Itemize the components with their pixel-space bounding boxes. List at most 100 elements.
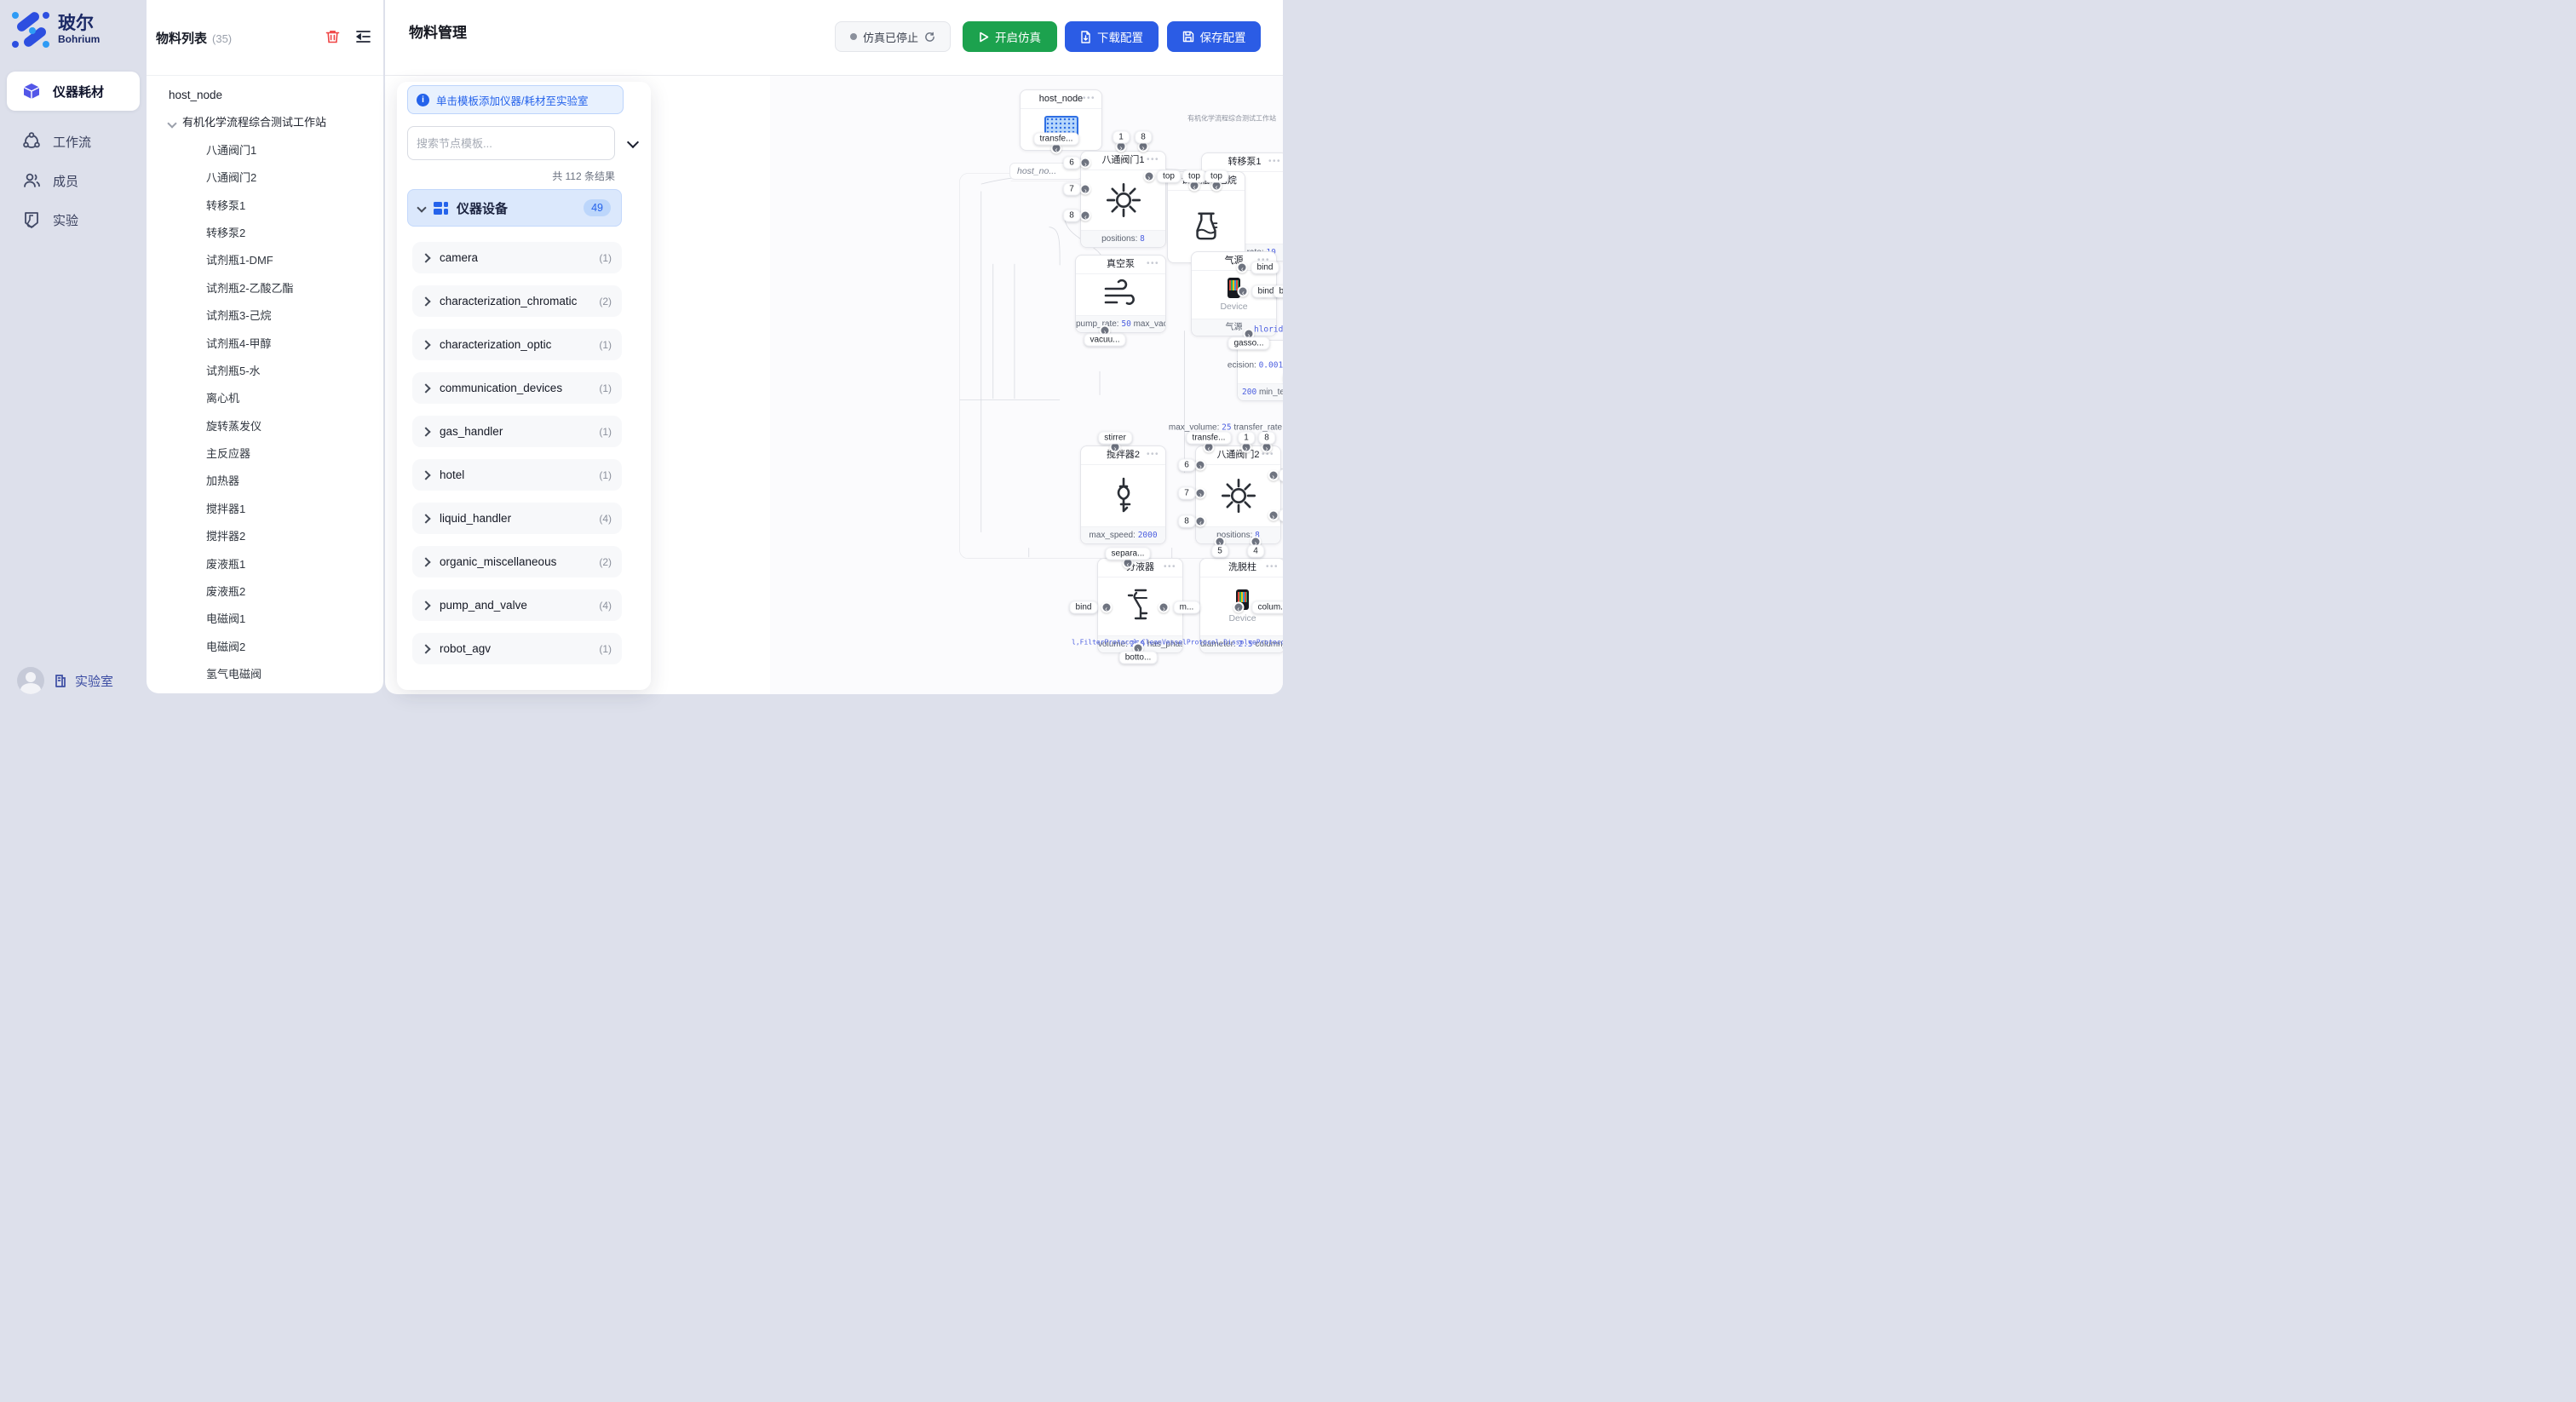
tree-item[interactable]: 转移泵2	[158, 220, 378, 247]
avatar[interactable]	[17, 667, 44, 694]
node-menu-icon[interactable]: •••	[1147, 152, 1159, 169]
sidebar-item-cube[interactable]: 仪器耗材	[7, 72, 140, 111]
tree-item[interactable]: 离心机	[158, 385, 378, 412]
node-搅拌器2[interactable]: 搅拌器2•••max_speed: 2000	[1080, 445, 1166, 544]
port-chip-8[interactable]: 8	[1178, 515, 1195, 528]
sim-status-badge[interactable]: 仿真已停止	[835, 21, 951, 52]
port-chip-top[interactable]: top	[1182, 170, 1206, 183]
port-chip-bind[interactable]: bind	[1251, 261, 1279, 274]
port-chip-2[interactable]: 2	[1279, 469, 1283, 482]
port-handle[interactable]: ›	[1080, 158, 1091, 169]
node-试剂瓶3-己烷[interactable]: 试剂瓶3-己烷•••	[1167, 171, 1245, 263]
port-chip-1[interactable]: 1	[1238, 432, 1255, 445]
port-chip-colum[interactable]: colum...	[1251, 601, 1283, 614]
port-handle[interactable]: ›	[1080, 184, 1091, 195]
port-chip-vacuu[interactable]: vacuu...	[1084, 334, 1125, 347]
template-category-robot_agv[interactable]: robot_agv(1)	[412, 633, 622, 664]
search-template-input[interactable]	[407, 126, 615, 160]
port-handle[interactable]: ‹	[1080, 210, 1091, 221]
tree-item[interactable]: 搅拌器1	[158, 496, 378, 523]
start-simulation-button[interactable]: 开启仿真	[963, 21, 1057, 52]
port-chip-7[interactable]: 7	[1178, 487, 1195, 500]
tree-item[interactable]: 转移泵1	[158, 192, 378, 220]
port-chip-4[interactable]: 4	[1247, 545, 1264, 558]
port-chip-bind[interactable]: bind	[1274, 285, 1283, 298]
tree-item[interactable]: 电磁阀1	[158, 606, 378, 633]
port-chip-7[interactable]: 7	[1063, 183, 1080, 196]
template-category-liquid_handler[interactable]: liquid_handler(4)	[412, 503, 622, 534]
tree-item[interactable]: 旋转蒸发仪	[158, 413, 378, 440]
tree-item[interactable]: 废液瓶2	[158, 578, 378, 606]
port-chip-botto[interactable]: botto...	[1119, 652, 1158, 664]
tree-item[interactable]: 废液瓶1	[158, 551, 378, 578]
port-handle[interactable]: ›	[1143, 171, 1154, 182]
node-menu-icon[interactable]: •••	[1083, 90, 1095, 107]
tree-item[interactable]: 氢气电磁阀	[158, 661, 378, 688]
trash-icon[interactable]	[325, 29, 340, 44]
node-menu-icon[interactable]: •••	[1164, 559, 1176, 576]
sidebar-item-experiment[interactable]: 实验	[7, 203, 140, 237]
port-chip-m[interactable]: m...	[1174, 601, 1200, 614]
port-chip-stirrer[interactable]: stirrer	[1098, 432, 1132, 445]
save-config-button[interactable]: 保存配置	[1167, 21, 1261, 52]
port-handle[interactable]: ‹	[1237, 262, 1248, 273]
tree-item[interactable]: 电磁阀2	[158, 634, 378, 661]
port-chip-5[interactable]: 5	[1211, 545, 1228, 558]
tree-item[interactable]: 八通阀门1	[158, 137, 378, 164]
template-category-gas_handler[interactable]: gas_handler(1)	[412, 416, 622, 447]
port-chip-gasso[interactable]: gasso...	[1228, 337, 1269, 350]
flow-canvas[interactable]: 有机化学流程综合测试工作站 host_no...host_node•••八通阀门…	[770, 76, 1283, 694]
node-八通阀门2[interactable]: 八通阀门2•••positions: 8	[1195, 445, 1281, 544]
tree-item[interactable]: 主反应器	[158, 440, 378, 468]
port-handle[interactable]: ›	[1195, 488, 1206, 499]
tree-item[interactable]: 试剂瓶4-甲醇	[158, 330, 378, 358]
node-menu-icon[interactable]: •••	[1268, 153, 1281, 170]
node-menu-icon[interactable]: •••	[1266, 559, 1279, 576]
template-category-camera[interactable]: camera(1)	[412, 242, 622, 273]
collapse-panel-icon[interactable]	[627, 136, 639, 148]
port-chip-top[interactable]: top	[1205, 170, 1228, 183]
template-category-hotel[interactable]: hotel(1)	[412, 459, 622, 491]
port-handle[interactable]: ›	[1195, 460, 1206, 471]
tree-item-host-node[interactable]: host_node	[158, 82, 378, 109]
port-handle[interactable]: ‹	[1233, 602, 1244, 613]
node-真空泵[interactable]: 真空泵•••pump_rate: 50 max_vacuum: 0.1	[1075, 255, 1166, 333]
port-chip-8[interactable]: 8	[1135, 131, 1152, 144]
node-menu-icon[interactable]: •••	[1147, 256, 1159, 273]
sidebar-item-workflow[interactable]: 工作流	[7, 124, 140, 158]
port-handle[interactable]: ‹	[1238, 286, 1249, 297]
port-chip-separa[interactable]: separa...	[1106, 548, 1151, 560]
category-instrument-devices[interactable]: 仪器设备 49	[407, 189, 622, 227]
refresh-icon[interactable]	[924, 32, 935, 43]
tree-item[interactable]: 试剂瓶2-乙酸乙酯	[158, 275, 378, 302]
port-chip-6[interactable]: 6	[1178, 459, 1195, 472]
port-handle[interactable]: ›	[1268, 470, 1279, 481]
template-category-pump_and_valve[interactable]: pump_and_valve(4)	[412, 589, 622, 621]
tree-item[interactable]: 加热器	[158, 468, 378, 495]
port-handle[interactable]: ›	[1159, 602, 1170, 613]
template-category-organic_miscellaneous[interactable]: organic_miscellaneous(2)	[412, 546, 622, 577]
port-chip-3[interactable]: 3	[1279, 509, 1283, 522]
port-handle[interactable]: ‹	[1101, 602, 1112, 613]
tree-item[interactable]: 试剂瓶5-水	[158, 358, 378, 385]
tree-item[interactable]: 试剂瓶1-DMF	[158, 247, 378, 274]
sidebar-item-laboratory[interactable]: 实验室	[53, 672, 113, 690]
tree-item[interactable]: 试剂瓶3-己烷	[158, 302, 378, 330]
tree-group-workstation[interactable]: 有机化学流程综合测试工作站	[158, 109, 378, 136]
port-chip-top[interactable]: top	[1157, 170, 1181, 183]
node-menu-icon[interactable]: •••	[1147, 446, 1159, 463]
port-chip-6[interactable]: 6	[1063, 157, 1080, 170]
port-chip-8[interactable]: 8	[1063, 210, 1080, 222]
tree-item[interactable]: 搅拌器2	[158, 523, 378, 550]
port-chip-transfe[interactable]: transfe...	[1034, 133, 1079, 146]
node-八通阀门1[interactable]: 八通阀门1•••positions: 8	[1080, 151, 1166, 248]
port-chip-transfe[interactable]: transfe...	[1187, 432, 1232, 445]
port-chip-8[interactable]: 8	[1258, 432, 1275, 445]
port-handle[interactable]: ‹	[1195, 516, 1206, 527]
port-chip-1[interactable]: 1	[1113, 131, 1130, 144]
template-category-characterization_optic[interactable]: characterization_optic(1)	[412, 329, 622, 360]
download-config-button[interactable]: 下载配置	[1065, 21, 1159, 52]
tree-item[interactable]: 真空泵	[158, 689, 378, 690]
tree-item[interactable]: 八通阀门2	[158, 164, 378, 192]
template-category-characterization_chromatic[interactable]: characterization_chromatic(2)	[412, 285, 622, 317]
